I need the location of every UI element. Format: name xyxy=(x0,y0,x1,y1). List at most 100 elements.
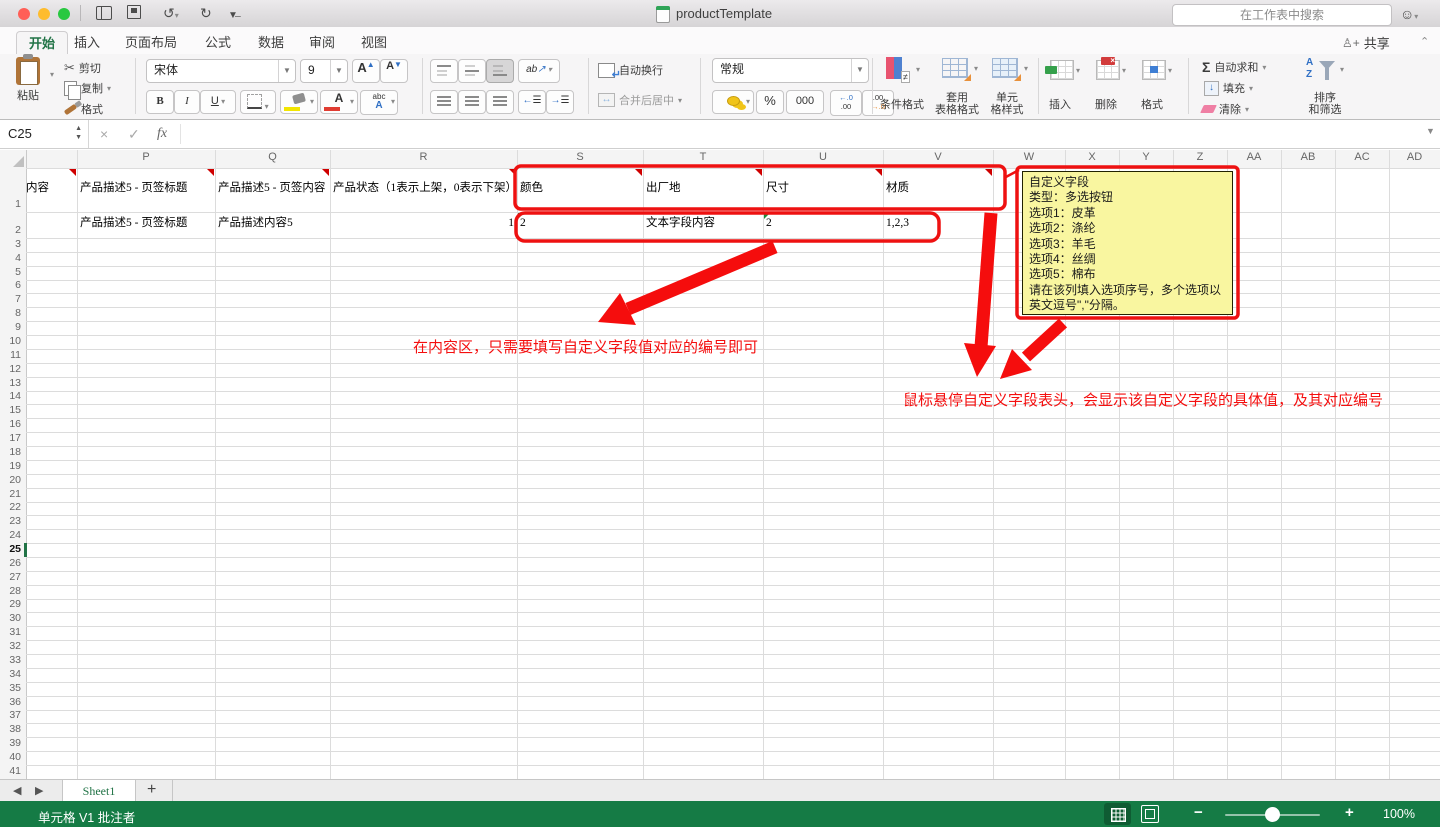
cell-P2[interactable]: 产品描述5 - 页签标题 xyxy=(80,212,212,234)
column-header-U[interactable]: U xyxy=(763,151,883,163)
zoom-slider-knob[interactable] xyxy=(1265,807,1280,822)
row-header-12[interactable]: 12 xyxy=(0,363,21,375)
row-header-7[interactable]: 7 xyxy=(0,293,21,305)
bold-button[interactable]: B xyxy=(146,90,174,114)
row-header-24[interactable]: 24 xyxy=(0,529,21,541)
select-all-corner[interactable] xyxy=(13,156,24,167)
text-orientation-button[interactable]: ab↗ ▾ xyxy=(518,59,560,83)
tab-data[interactable]: 数据 xyxy=(256,31,286,54)
row-header-22[interactable]: 22 xyxy=(0,501,21,513)
row-header-40[interactable]: 40 xyxy=(0,751,21,763)
clear-button[interactable]: 清除▾ xyxy=(1202,101,1249,117)
number-format-combo[interactable]: 常规▼ xyxy=(712,58,869,83)
autosum-button[interactable]: Σ自动求和▾ xyxy=(1202,59,1266,75)
row-header-33[interactable]: 33 xyxy=(0,654,21,666)
column-header-Q[interactable]: Q xyxy=(215,151,330,163)
next-sheet-icon[interactable]: ▶ xyxy=(35,784,43,797)
underline-button[interactable]: U ▾ xyxy=(200,90,236,114)
cell-R2[interactable]: 1 xyxy=(333,212,514,234)
minimize-window-button[interactable] xyxy=(38,8,50,20)
redo-icon[interactable]: ↻ xyxy=(200,4,212,22)
cell-O1[interactable]: 页签内容 xyxy=(26,168,71,208)
align-center-button[interactable] xyxy=(458,90,486,114)
row-header-25[interactable]: 25 xyxy=(0,543,21,555)
toolbar-panel-icon[interactable] xyxy=(96,6,112,20)
align-bottom-button[interactable] xyxy=(486,59,514,83)
font-size-combo[interactable]: 9▼ xyxy=(300,59,348,83)
sheet-tab-sheet1[interactable]: Sheet1 xyxy=(62,780,136,802)
cell-T1[interactable]: 出厂地 xyxy=(646,168,760,208)
row-header-28[interactable]: 28 xyxy=(0,585,21,597)
expand-formula-bar-icon[interactable]: ▼ xyxy=(1426,126,1435,136)
decrease-font-button[interactable]: A▼ xyxy=(380,59,408,83)
cell-U2[interactable]: 2 xyxy=(766,212,880,234)
column-header-AB[interactable]: AB xyxy=(1281,151,1335,163)
row-header-16[interactable]: 16 xyxy=(0,418,21,430)
cell-U1[interactable]: 尺寸 xyxy=(766,168,880,208)
row-header-21[interactable]: 21 xyxy=(0,488,21,500)
increase-indent-button[interactable]: →☰ xyxy=(546,90,574,114)
format-painter-button[interactable]: 格式 xyxy=(64,101,103,117)
paste-button[interactable]: 粘贴 xyxy=(16,57,40,103)
cell-V2[interactable]: 1,2,3 xyxy=(886,212,990,234)
fill-button[interactable]: ↓填充▾ xyxy=(1204,80,1253,96)
row-header-15[interactable]: 15 xyxy=(0,404,21,416)
format-cells-button[interactable]: ▾ xyxy=(1142,60,1166,83)
fill-color-button[interactable]: ▾ xyxy=(280,90,318,114)
row-header-31[interactable]: 31 xyxy=(0,626,21,638)
align-right-button[interactable] xyxy=(486,90,514,114)
column-header-S[interactable]: S xyxy=(517,151,643,163)
cell-S1[interactable]: 颜色 xyxy=(520,168,640,208)
name-box[interactable]: C25 ▲▼ xyxy=(0,120,89,148)
feedback-smiley-icon[interactable]: ☺▾ xyxy=(1400,5,1418,26)
cell-Q1[interactable]: 产品描述5 - 页签内容 xyxy=(218,168,327,208)
insert-cells-button[interactable]: ▾ xyxy=(1050,60,1074,83)
row-header-10[interactable]: 10 xyxy=(0,335,21,347)
wrap-text-button[interactable]: 自动换行 xyxy=(598,62,663,78)
tab-insert[interactable]: 插入 xyxy=(72,31,102,54)
row-header-14[interactable]: 14 xyxy=(0,390,21,402)
column-header-AC[interactable]: AC xyxy=(1335,151,1389,163)
cell-T2[interactable]: 文本字段内容 xyxy=(646,212,760,234)
align-top-button[interactable] xyxy=(430,59,458,83)
confirm-entry-icon[interactable]: ✓ xyxy=(128,126,140,143)
zoom-out-button[interactable]: − xyxy=(1194,804,1203,821)
sort-filter-button[interactable]: A Z ▾ xyxy=(1306,57,1336,85)
column-header-X[interactable]: X xyxy=(1065,151,1119,163)
share-button[interactable]: ♙+ 共享 xyxy=(1342,33,1390,52)
row-header-1[interactable]: 1 xyxy=(0,198,21,210)
row-header-20[interactable]: 20 xyxy=(0,474,21,486)
undo-icon[interactable]: ↺▾ xyxy=(163,4,179,25)
cell-P1[interactable]: 产品描述5 - 页签标题 xyxy=(80,168,212,208)
save-icon[interactable] xyxy=(127,5,141,19)
delete-cells-button[interactable]: ×▾ xyxy=(1096,60,1120,83)
name-box-stepper[interactable]: ▲▼ xyxy=(75,124,82,142)
row-header-39[interactable]: 39 xyxy=(0,737,21,749)
row-header-35[interactable]: 35 xyxy=(0,682,21,694)
row-header-5[interactable]: 5 xyxy=(0,266,21,278)
merge-center-button[interactable]: ↔合并后居中▾ xyxy=(598,92,682,108)
tab-formulas[interactable]: 公式 xyxy=(203,31,233,54)
cell-styles-button[interactable]: ▾ xyxy=(992,58,1018,81)
decrease-indent-button[interactable]: ←☰ xyxy=(518,90,546,114)
column-header-V[interactable]: V xyxy=(883,151,993,163)
cut-button[interactable]: ✂剪切 xyxy=(64,60,101,76)
row-header-29[interactable]: 29 xyxy=(0,598,21,610)
close-window-button[interactable] xyxy=(18,8,30,20)
tab-review[interactable]: 审阅 xyxy=(307,31,337,54)
row-header-41[interactable]: 41 xyxy=(0,765,21,777)
row-header-27[interactable]: 27 xyxy=(0,571,21,583)
row-header-6[interactable]: 6 xyxy=(0,279,21,291)
row-header-23[interactable]: 23 xyxy=(0,515,21,527)
zoom-in-button[interactable]: + xyxy=(1345,804,1354,821)
cell-S2[interactable]: 2 xyxy=(520,212,640,234)
align-left-button[interactable] xyxy=(430,90,458,114)
borders-button[interactable]: ▾ xyxy=(240,90,276,114)
row-header-30[interactable]: 30 xyxy=(0,612,21,624)
row-header-38[interactable]: 38 xyxy=(0,723,21,735)
cell-R1[interactable]: 产品状态（1表示上架，0表示下架） xyxy=(333,168,514,208)
format-as-table-button[interactable]: ▾ xyxy=(942,58,968,81)
row-header-34[interactable]: 34 xyxy=(0,668,21,680)
row-header-32[interactable]: 32 xyxy=(0,640,21,652)
prev-sheet-icon[interactable]: ◀ xyxy=(13,784,21,797)
